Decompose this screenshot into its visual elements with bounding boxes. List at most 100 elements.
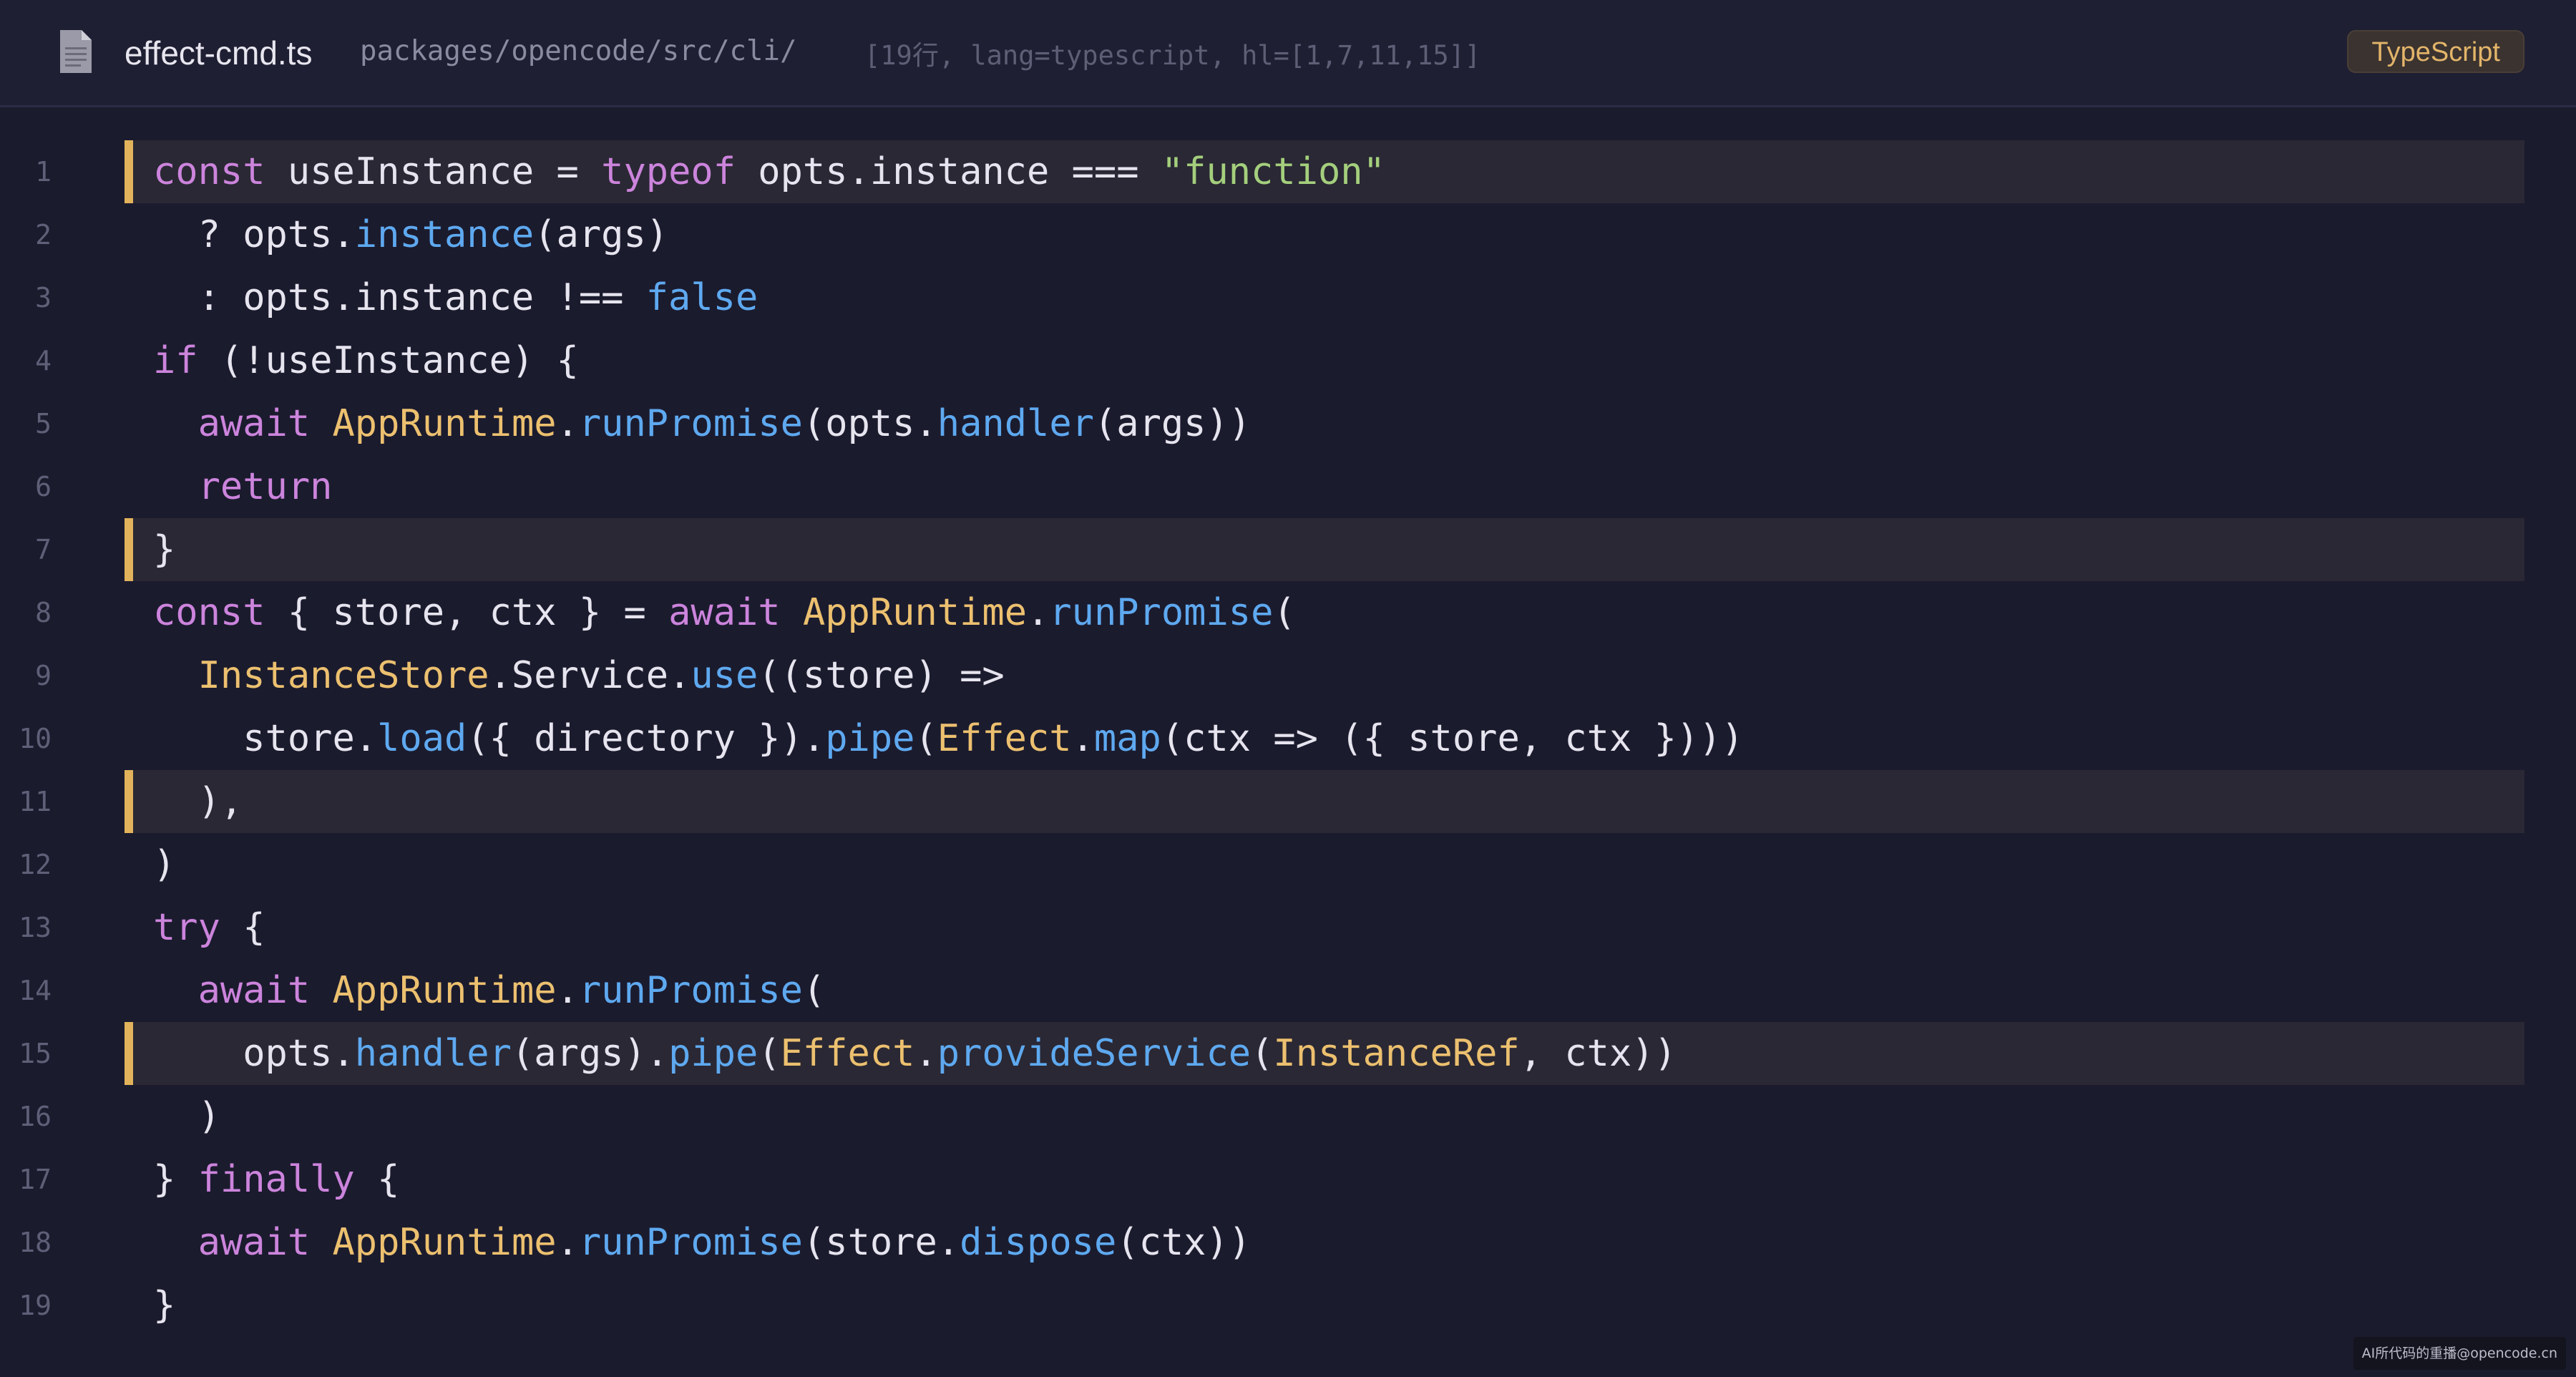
code-token: AppRuntime: [802, 591, 1028, 634]
line-number: 18: [19, 1227, 52, 1258]
code-token: (: [1251, 1032, 1274, 1075]
line-code: InstanceStore.Service.use((store) =>: [153, 644, 1005, 707]
code-token: (args)): [1093, 402, 1252, 445]
code-token: handler: [937, 402, 1094, 445]
code-token: instance: [354, 213, 535, 256]
line-number: 14: [19, 975, 52, 1006]
code-token: opts.instance ===: [736, 150, 1161, 193]
code-line: 2 ? opts.instance(args): [0, 203, 2576, 266]
line-number: 15: [19, 1038, 52, 1069]
line-code: ),: [153, 770, 243, 833]
line-number: 4: [35, 345, 52, 376]
code-token: pipe: [668, 1032, 758, 1075]
code-token: use: [691, 654, 758, 697]
file-meta: [19行, lang=typescript, hl=[1,7,11,15]]: [864, 40, 1481, 71]
watermark: AI所代码的重播@opencode.cn: [2353, 1337, 2566, 1370]
code-token: .: [1071, 717, 1094, 760]
code-token: if: [153, 339, 198, 382]
code-token: const: [153, 591, 265, 634]
code-token: ),: [153, 780, 243, 823]
code-token: , ctx)): [1519, 1032, 1677, 1075]
code-token: typeof: [601, 150, 736, 193]
code-token: ? opts.: [153, 213, 355, 256]
code-token: ): [153, 843, 176, 886]
code-token: false: [645, 276, 758, 319]
file-path: packages/opencode/src/cli/: [360, 35, 797, 67]
code-token: .: [556, 402, 579, 445]
line-code: await AppRuntime.runPromise(opts.handler…: [153, 392, 1251, 455]
line-highlight-marker: [125, 1022, 133, 1085]
code-token: (: [1273, 591, 1296, 634]
code-token: map: [1093, 717, 1161, 760]
line-number: 19: [19, 1290, 52, 1321]
line-number: 5: [35, 408, 52, 439]
code-line: 16 ): [0, 1085, 2576, 1148]
code-token: .: [556, 969, 579, 1012]
line-number: 13: [19, 912, 52, 943]
code-token: InstanceRef: [1273, 1032, 1520, 1075]
line-code: const { store, ctx } = await AppRuntime.…: [153, 581, 1296, 644]
code-token: Effect: [780, 1032, 915, 1075]
line-code: return: [153, 455, 333, 518]
line-number: 2: [35, 219, 52, 250]
code-token: const: [153, 150, 265, 193]
code-line: 4 if (!useInstance) {: [0, 329, 2576, 392]
file-header: effect-cmd.ts packages/opencode/src/cli/…: [0, 0, 2576, 107]
line-number: 12: [19, 849, 52, 880]
code-token: ((store) =>: [758, 654, 1005, 697]
code-token: AppRuntime: [332, 402, 557, 445]
code-token: .: [1027, 591, 1050, 634]
line-code: } finally {: [153, 1148, 399, 1211]
code-line: 15 opts.handler(args).pipe(Effect.provid…: [0, 1022, 2576, 1085]
line-highlight-marker: [125, 140, 133, 203]
code-token: runPromise: [578, 969, 803, 1012]
code-token: finally: [197, 1158, 355, 1201]
code-line: 19}: [0, 1274, 2576, 1337]
line-number: 11: [19, 786, 52, 817]
code-token: handler: [354, 1032, 512, 1075]
code-token: (args): [534, 213, 669, 256]
line-highlight: [125, 518, 2524, 581]
line-code: if (!useInstance) {: [153, 329, 579, 392]
code-line: 6 return: [0, 455, 2576, 518]
code-token: AppRuntime: [332, 969, 557, 1012]
code-token: (!useInstance) {: [197, 339, 579, 382]
code-token: ({ directory }).: [467, 717, 826, 760]
code-token: .Service.: [489, 654, 691, 697]
code-token: (: [914, 717, 937, 760]
code-token: ): [153, 1095, 220, 1138]
line-number: 9: [35, 660, 52, 691]
code-token: }: [153, 1284, 176, 1327]
code-line: 12): [0, 833, 2576, 896]
code-token: await: [668, 591, 781, 634]
line-number: 16: [19, 1101, 52, 1132]
code-token: : opts.instance !==: [153, 276, 646, 319]
language-badge: TypeScript: [2347, 30, 2524, 73]
code-line: 10 store.load({ directory }).pipe(Effect…: [0, 707, 2576, 770]
code-token: "function": [1161, 150, 1385, 193]
code-token: await: [197, 969, 311, 1012]
code-token: (store.: [802, 1221, 960, 1264]
code-line: 11 ),: [0, 770, 2576, 833]
line-number: 8: [35, 597, 52, 628]
code-token: .: [914, 1032, 937, 1075]
code-line: 18 await AppRuntime.runPromise(store.dis…: [0, 1211, 2576, 1274]
code-token: }: [153, 528, 176, 571]
code-line: 9 InstanceStore.Service.use((store) =>: [0, 644, 2576, 707]
line-highlight-marker: [125, 518, 133, 581]
line-code: ? opts.instance(args): [153, 203, 668, 266]
code-token: (opts.: [802, 402, 937, 445]
code-token: {: [354, 1158, 400, 1201]
code-token: opts.: [153, 1032, 355, 1075]
code-token: dispose: [960, 1221, 1117, 1264]
code-token: useInstance =: [265, 150, 602, 193]
code-token: runPromise: [578, 402, 803, 445]
code-line: 14 await AppRuntime.runPromise(: [0, 959, 2576, 1022]
line-code: const useInstance = typeof opts.instance…: [153, 140, 1385, 203]
line-code: await AppRuntime.runPromise(store.dispos…: [153, 1211, 1251, 1274]
code-block: 1 const useInstance = typeof opts.instanc…: [0, 140, 2576, 1337]
